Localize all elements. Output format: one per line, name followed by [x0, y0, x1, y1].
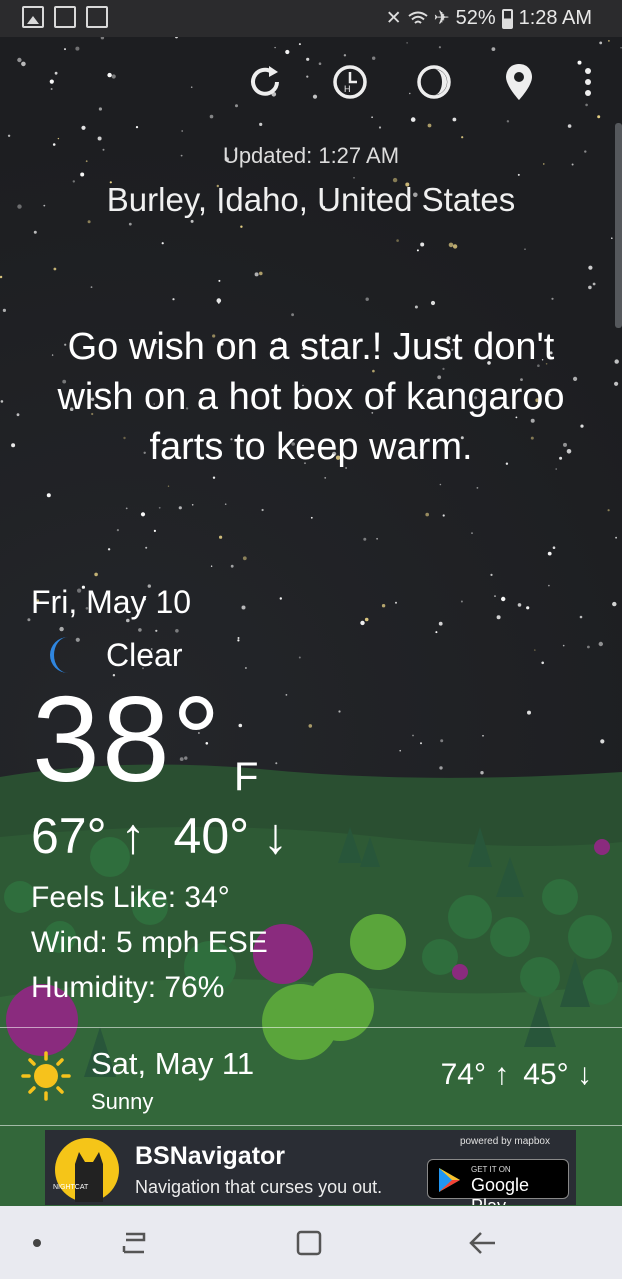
- weather-quote: Go wish on a star.! Just don't wish on a…: [57, 326, 565, 468]
- moon-phase-icon: [417, 65, 451, 99]
- screen-record-icon: [54, 6, 76, 28]
- back-button[interactable]: [458, 1220, 508, 1266]
- ad-title: BSNavigator: [135, 1142, 286, 1170]
- location-button[interactable]: [494, 57, 544, 107]
- last-updated-text: Updated: 1:27 AM: [222, 143, 400, 168]
- clock: 1:28 AM: [518, 7, 592, 29]
- humidity: Humidity: 76%: [31, 971, 225, 1004]
- ad-powered-by: powered by mapbox: [459, 1136, 550, 1147]
- status-bar: ✕ ✈ 52% 1:28 AM: [0, 0, 622, 37]
- crescent-moon-icon: [50, 637, 68, 673]
- more-options-button[interactable]: [563, 57, 613, 107]
- temperature-unit: F: [234, 755, 259, 799]
- image-icon: [22, 6, 44, 28]
- weather-screen[interactable]: H Updated: 1:27 AM Burley, Idaho, United…: [0, 37, 622, 1206]
- ad-banner[interactable]: NIGHTCAT BSNavigator Navigation that cur…: [45, 1130, 576, 1205]
- low-temp: 40° ↓: [173, 808, 289, 864]
- sun-icon: [21, 1051, 71, 1101]
- location-pin-icon: [506, 64, 532, 100]
- moon-phase-button[interactable]: [409, 57, 459, 107]
- location-label[interactable]: Burley, Idaho, United States: [0, 181, 622, 219]
- forecast-low: 45° ↓: [523, 1058, 592, 1091]
- current-details: Feels Like: 34° Wind: 5 mph ESE Humidity…: [31, 875, 268, 1010]
- current-date: Fri, May 10: [31, 584, 192, 620]
- store-name: Google Play: [471, 1175, 530, 1205]
- home-icon: [296, 1230, 322, 1256]
- system-nav-bar: [0, 1206, 622, 1279]
- battery-percent: 52%: [455, 7, 496, 29]
- refresh-button[interactable]: [240, 57, 290, 107]
- google-play-badge[interactable]: GET IT ON Google Play: [427, 1159, 569, 1205]
- nav-dot-button[interactable]: [12, 1220, 62, 1266]
- forecast-condition: Sunny: [91, 1089, 154, 1114]
- sim-icon: [86, 6, 108, 28]
- hourly-icon: H: [333, 65, 367, 99]
- svg-text:NIGHTCAT: NIGHTCAT: [53, 1184, 89, 1191]
- recent-apps-icon: [122, 1232, 146, 1254]
- dot-icon: [33, 1239, 41, 1247]
- battery-icon: [501, 8, 513, 29]
- current-temperature[interactable]: 38°: [32, 677, 223, 801]
- hourly-forecast-button[interactable]: H: [325, 57, 375, 107]
- high-low-temps: 67° ↑ 40° ↓: [31, 807, 288, 865]
- back-arrow-icon: [469, 1232, 495, 1254]
- forecast-high: 74° ↑: [440, 1058, 510, 1091]
- toolbar: H: [0, 57, 622, 107]
- condition-label: Clear: [106, 636, 183, 673]
- wind: Wind: 5 mph ESE: [31, 926, 268, 959]
- refresh-icon: [251, 66, 279, 96]
- nightcat-logo: NIGHTCAT: [53, 1138, 119, 1202]
- airplane-icon: ✈: [433, 8, 450, 29]
- play-store-icon: [439, 1168, 460, 1192]
- forecast-date: Sat, May 11: [91, 1046, 255, 1081]
- wifi-icon: [408, 11, 428, 24]
- recent-apps-button[interactable]: [110, 1220, 160, 1266]
- forecast-row[interactable]: Sat, May 11 Sunny 74° ↑ 45° ↓: [0, 1027, 622, 1126]
- mute-icon: ✕: [385, 8, 402, 29]
- high-temp: 67° ↑: [31, 808, 146, 864]
- store-get-label: GET IT ON: [471, 1165, 511, 1174]
- more-vert-icon: [585, 68, 591, 96]
- ad-subtitle: Navigation that curses you out.: [135, 1177, 383, 1197]
- feels-like: Feels Like: 34°: [31, 881, 230, 914]
- forecast-temps: 74° ↑ 45° ↓: [441, 1058, 592, 1092]
- home-button[interactable]: [284, 1220, 334, 1266]
- svg-text:H: H: [344, 84, 351, 94]
